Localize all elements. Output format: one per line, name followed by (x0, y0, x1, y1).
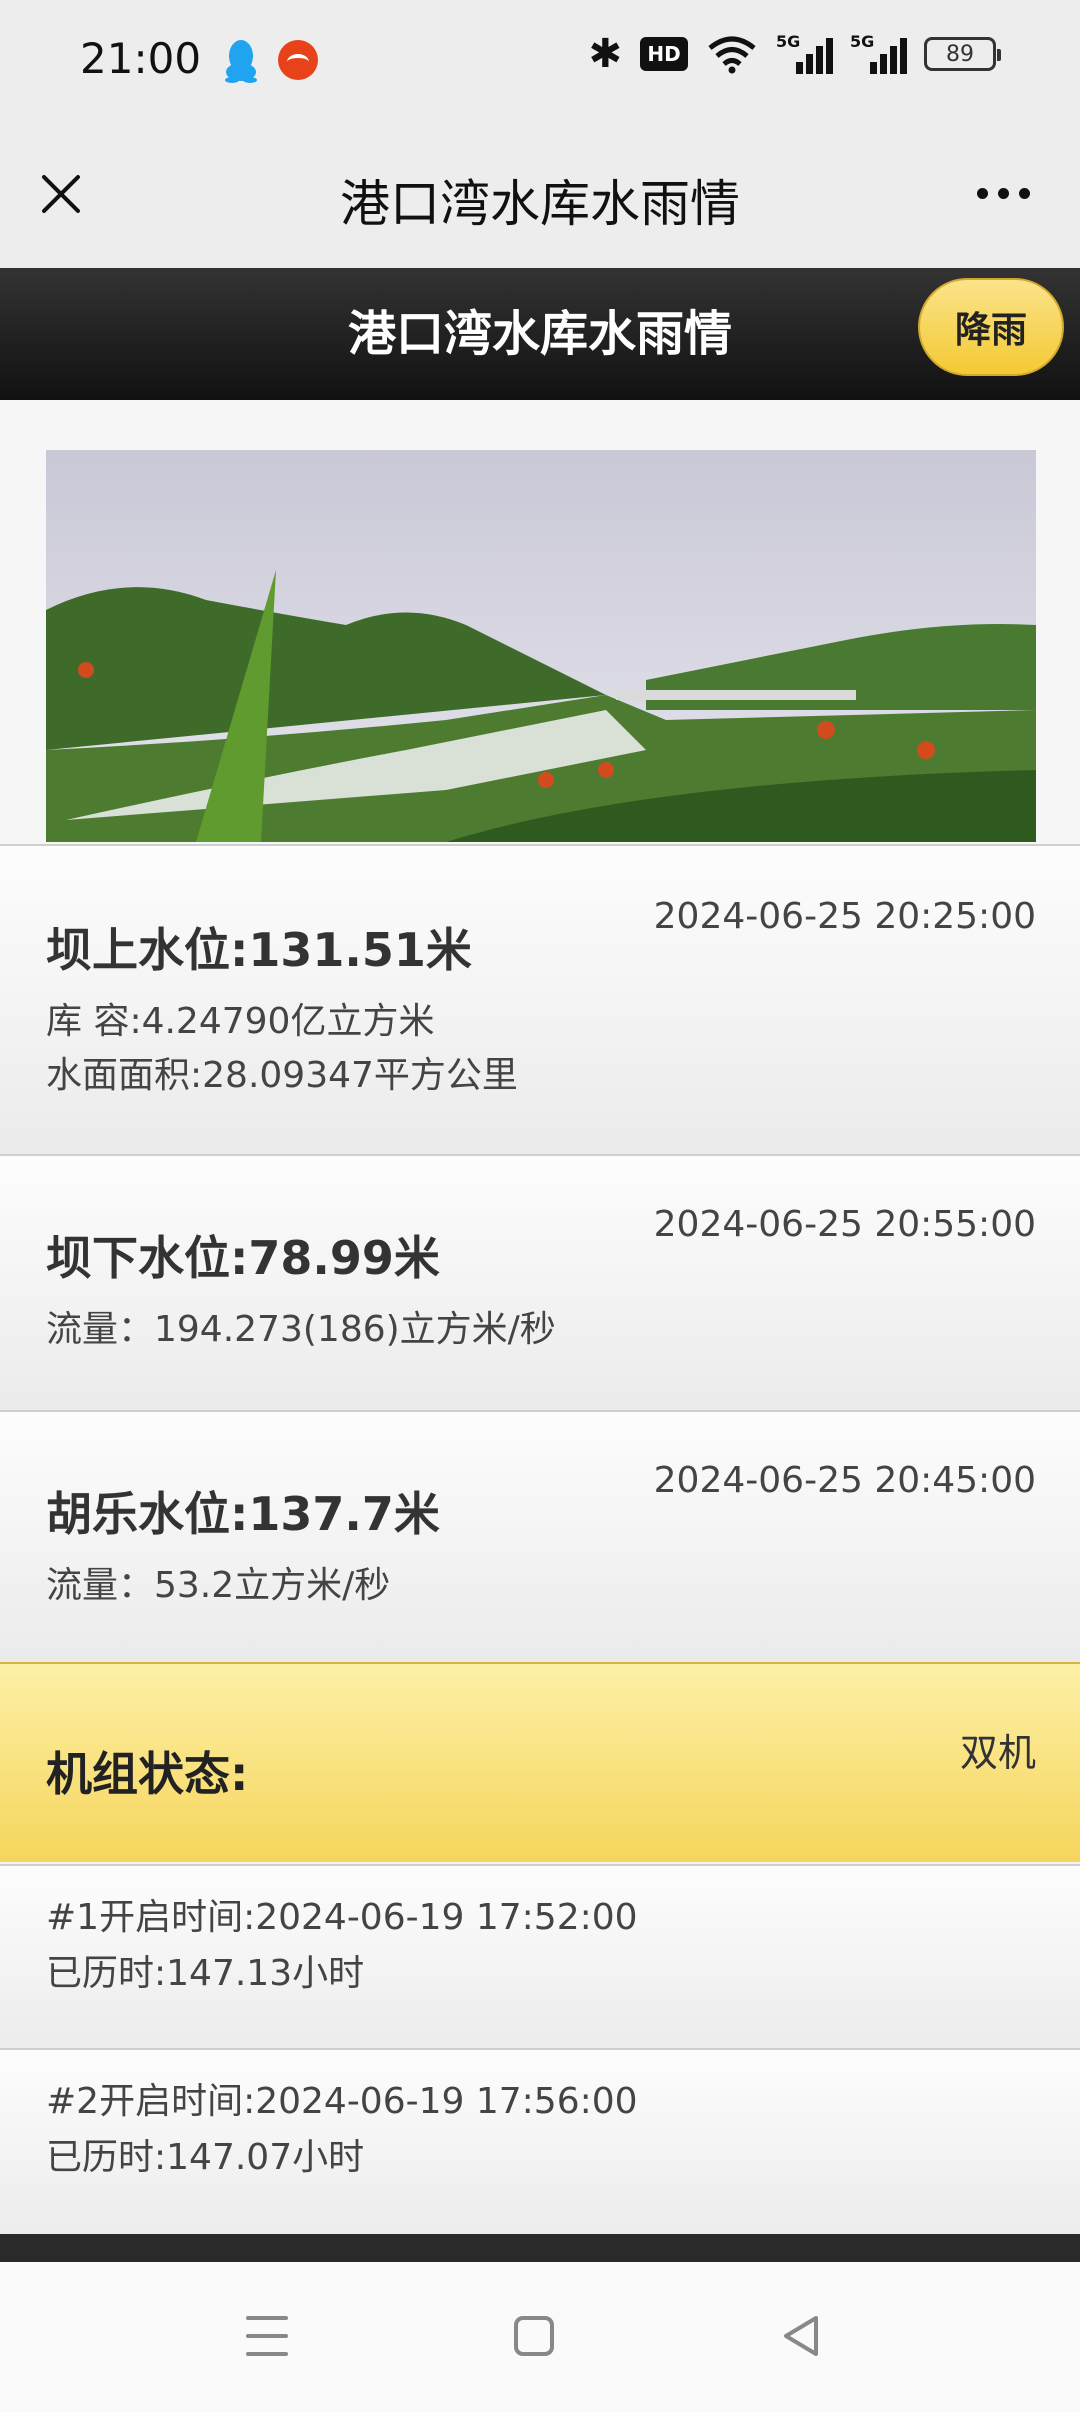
home-icon[interactable] (514, 2316, 554, 2356)
hule-flow: 流量：53.2立方米/秒 (46, 1565, 391, 1606)
back-icon[interactable] (778, 2312, 826, 2360)
status-time: 21:00 (80, 34, 202, 83)
rain-button[interactable]: 降雨 (918, 278, 1064, 376)
network-type-label: 5G (776, 32, 801, 51)
cellular-signal-icon: 5G (850, 32, 907, 74)
network-type-label: 5G (850, 32, 875, 51)
upstream-timestamp: 2024-06-25 20:25:00 (653, 896, 1036, 937)
unit-2-elapsed: 已历时:147.07小时 (46, 2137, 365, 2178)
hule-timestamp: 2024-06-25 20:45:00 (653, 1460, 1036, 1501)
menu-icon[interactable] (246, 2316, 288, 2356)
downstream-timestamp: 2024-06-25 20:55:00 (653, 1204, 1036, 1245)
unit-1-start-time: #1开启时间:2024-06-19 17:52:00 (46, 1897, 638, 1938)
app-badge-icon (278, 40, 318, 80)
unit-status-label: 机组状态: (46, 1747, 249, 1801)
cellular-signal-icon: 5G (776, 32, 833, 74)
status-icons: ✱ HD 5G 5G 89 (588, 31, 1001, 77)
reservoir-capacity: 库 容:4.24790亿立方米 (46, 1001, 435, 1042)
wifi-icon (708, 36, 756, 74)
hule-water-level: 胡乐水位:137.7米 (46, 1487, 440, 1541)
downstream-water-level: 坝下水位:78.99米 (46, 1231, 440, 1285)
downstream-flow: 流量：194.273(186)立方米/秒 (46, 1309, 556, 1350)
hd-icon: HD (640, 37, 688, 71)
footer-strip (0, 2234, 1080, 2262)
more-icon[interactable] (977, 188, 1030, 199)
unit-1-elapsed: 已历时:147.13小时 (46, 1953, 365, 1994)
window-title: 港口湾水库水雨情 (340, 175, 740, 233)
qq-penguin-icon (225, 40, 257, 83)
upstream-water-level: 坝上水位:131.51米 (46, 923, 472, 977)
battery-icon: 89 (924, 37, 1001, 71)
bluetooth-icon: ✱ (588, 31, 622, 77)
unit-2-start-time: #2开启时间:2024-06-19 17:56:00 (46, 2081, 638, 2122)
water-surface-area: 水面面积:28.09347平方公里 (46, 1055, 518, 1096)
unit-status-value: 双机 (959, 1731, 1036, 1775)
reservoir-photo (46, 450, 1036, 842)
